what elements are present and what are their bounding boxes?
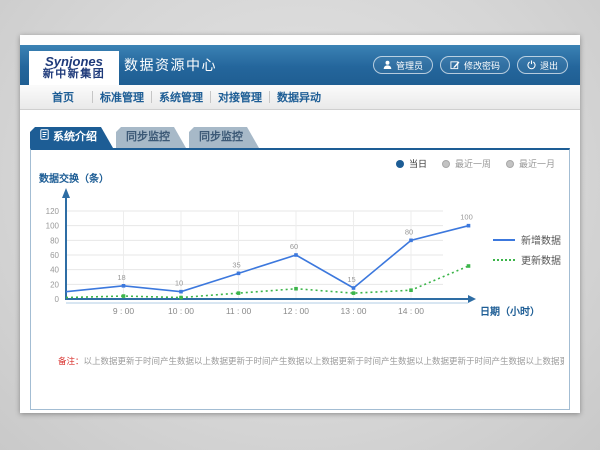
power-icon [527, 60, 536, 70]
logout-button[interactable]: 退出 [517, 56, 568, 74]
nav-item-interface-management[interactable]: 对接管理 [211, 89, 269, 105]
change-password-button[interactable]: 修改密码 [440, 56, 510, 74]
desktop-background: Synjones 新中新集团 数据资源中心 管理员 修改密码 [0, 0, 600, 450]
svg-text:18: 18 [117, 273, 125, 282]
range-filter: 当日 最近一周 最近一月 [396, 157, 555, 170]
header-actions: 管理员 修改密码 退出 [373, 56, 568, 74]
nav-item-standard-management[interactable]: 标准管理 [93, 89, 151, 105]
user-button-label: 管理员 [396, 59, 423, 72]
svg-text:日期（小时）: 日期（小时） [480, 305, 540, 318]
svg-text:100: 100 [460, 213, 473, 222]
document-icon [40, 127, 49, 148]
legend-label: 新增数据 [521, 232, 561, 247]
radio-selected-icon [396, 160, 404, 168]
nav-item-home[interactable]: 首页 [34, 89, 92, 105]
page-top-strip [20, 35, 580, 45]
svg-text:11 : 00: 11 : 00 [226, 306, 252, 316]
svg-text:120: 120 [46, 207, 60, 216]
svg-text:15: 15 [347, 275, 355, 284]
svg-text:10: 10 [175, 279, 183, 288]
radio-today[interactable]: 当日 [396, 157, 427, 170]
footnote: 备注：以上数据更新于时间产生数据以上数据更新于时间产生数据以上数据更新于时间产生… [58, 355, 564, 367]
legend-item-update-data: 更新数据 [493, 253, 561, 266]
tab-system-intro[interactable]: 系统介绍 [30, 127, 113, 148]
logout-button-label: 退出 [540, 59, 558, 72]
radio-label: 最近一周 [455, 157, 491, 170]
tab-bar: 系统介绍 同步监控 同步监控 [30, 127, 262, 148]
nav-item-system-management[interactable]: 系统管理 [152, 89, 210, 105]
radio-unselected-icon [442, 160, 450, 168]
logo-text-en: Synjones [45, 55, 103, 68]
tab-label: 系统介绍 [53, 127, 97, 148]
radio-last-month[interactable]: 最近一月 [506, 157, 555, 170]
dotted-line-swatch-icon [493, 259, 515, 261]
edit-icon [450, 60, 460, 70]
line-chart: 0 20 40 60 80 100 120 9 : 00 10 : 00 11 : 00 12 : … [31, 180, 571, 350]
footnote-text: 以上数据更新于时间产生数据以上数据更新于时间产生数据以上数据更新于时间产生数据以… [84, 356, 564, 366]
svg-text:14 : 00: 14 : 00 [398, 306, 424, 316]
app-header: Synjones 新中新集团 数据资源中心 管理员 修改密码 [20, 45, 580, 85]
svg-text:60: 60 [50, 251, 59, 260]
svg-text:0: 0 [55, 295, 60, 304]
legend-item-new-data: 新增数据 [493, 233, 561, 246]
svg-text:60: 60 [290, 242, 298, 251]
svg-text:13 : 00: 13 : 00 [341, 306, 367, 316]
chart-panel: 当日 最近一周 最近一月 数据交换（条） 0204060801001209 : … [30, 148, 570, 410]
radio-label: 当日 [409, 157, 427, 170]
chart-legend: 新增数据 更新数据 [493, 233, 561, 273]
radio-last-week[interactable]: 最近一周 [442, 157, 491, 170]
tab-sync-monitor-2[interactable]: 同步监控 [189, 127, 259, 148]
svg-text:20: 20 [50, 280, 59, 289]
main-nav: 首页 标准管理 系统管理 对接管理 数据异动 [20, 85, 580, 110]
svg-text:80: 80 [50, 236, 59, 245]
change-password-label: 修改密码 [464, 59, 500, 72]
tab-label: 同步监控 [126, 127, 170, 148]
content-area: 系统介绍 同步监控 同步监控 当日 最近一周 [20, 110, 580, 413]
tab-label: 同步监控 [199, 127, 243, 148]
radio-label: 最近一月 [519, 157, 555, 170]
solid-line-swatch-icon [493, 239, 515, 241]
app-title: 数据资源中心 [124, 45, 217, 85]
legend-label: 更新数据 [521, 252, 561, 267]
footnote-label: 备注： [58, 356, 84, 366]
svg-text:35: 35 [232, 260, 240, 269]
browser-page: Synjones 新中新集团 数据资源中心 管理员 修改密码 [20, 35, 580, 413]
svg-text:40: 40 [50, 266, 59, 275]
svg-text:10 : 00: 10 : 00 [168, 306, 194, 316]
nav-item-data-changes[interactable]: 数据异动 [270, 89, 328, 105]
logo-text-cn: 新中新集团 [43, 68, 106, 81]
user-button[interactable]: 管理员 [373, 56, 433, 74]
svg-text:80: 80 [405, 227, 413, 236]
radio-unselected-icon [506, 160, 514, 168]
user-icon [383, 60, 392, 70]
svg-text:9 : 00: 9 : 00 [113, 306, 135, 316]
tab-sync-monitor-1[interactable]: 同步监控 [116, 127, 186, 148]
svg-text:100: 100 [46, 222, 60, 231]
company-logo[interactable]: Synjones 新中新集团 [29, 51, 119, 85]
svg-text:12 : 00: 12 : 00 [283, 306, 309, 316]
